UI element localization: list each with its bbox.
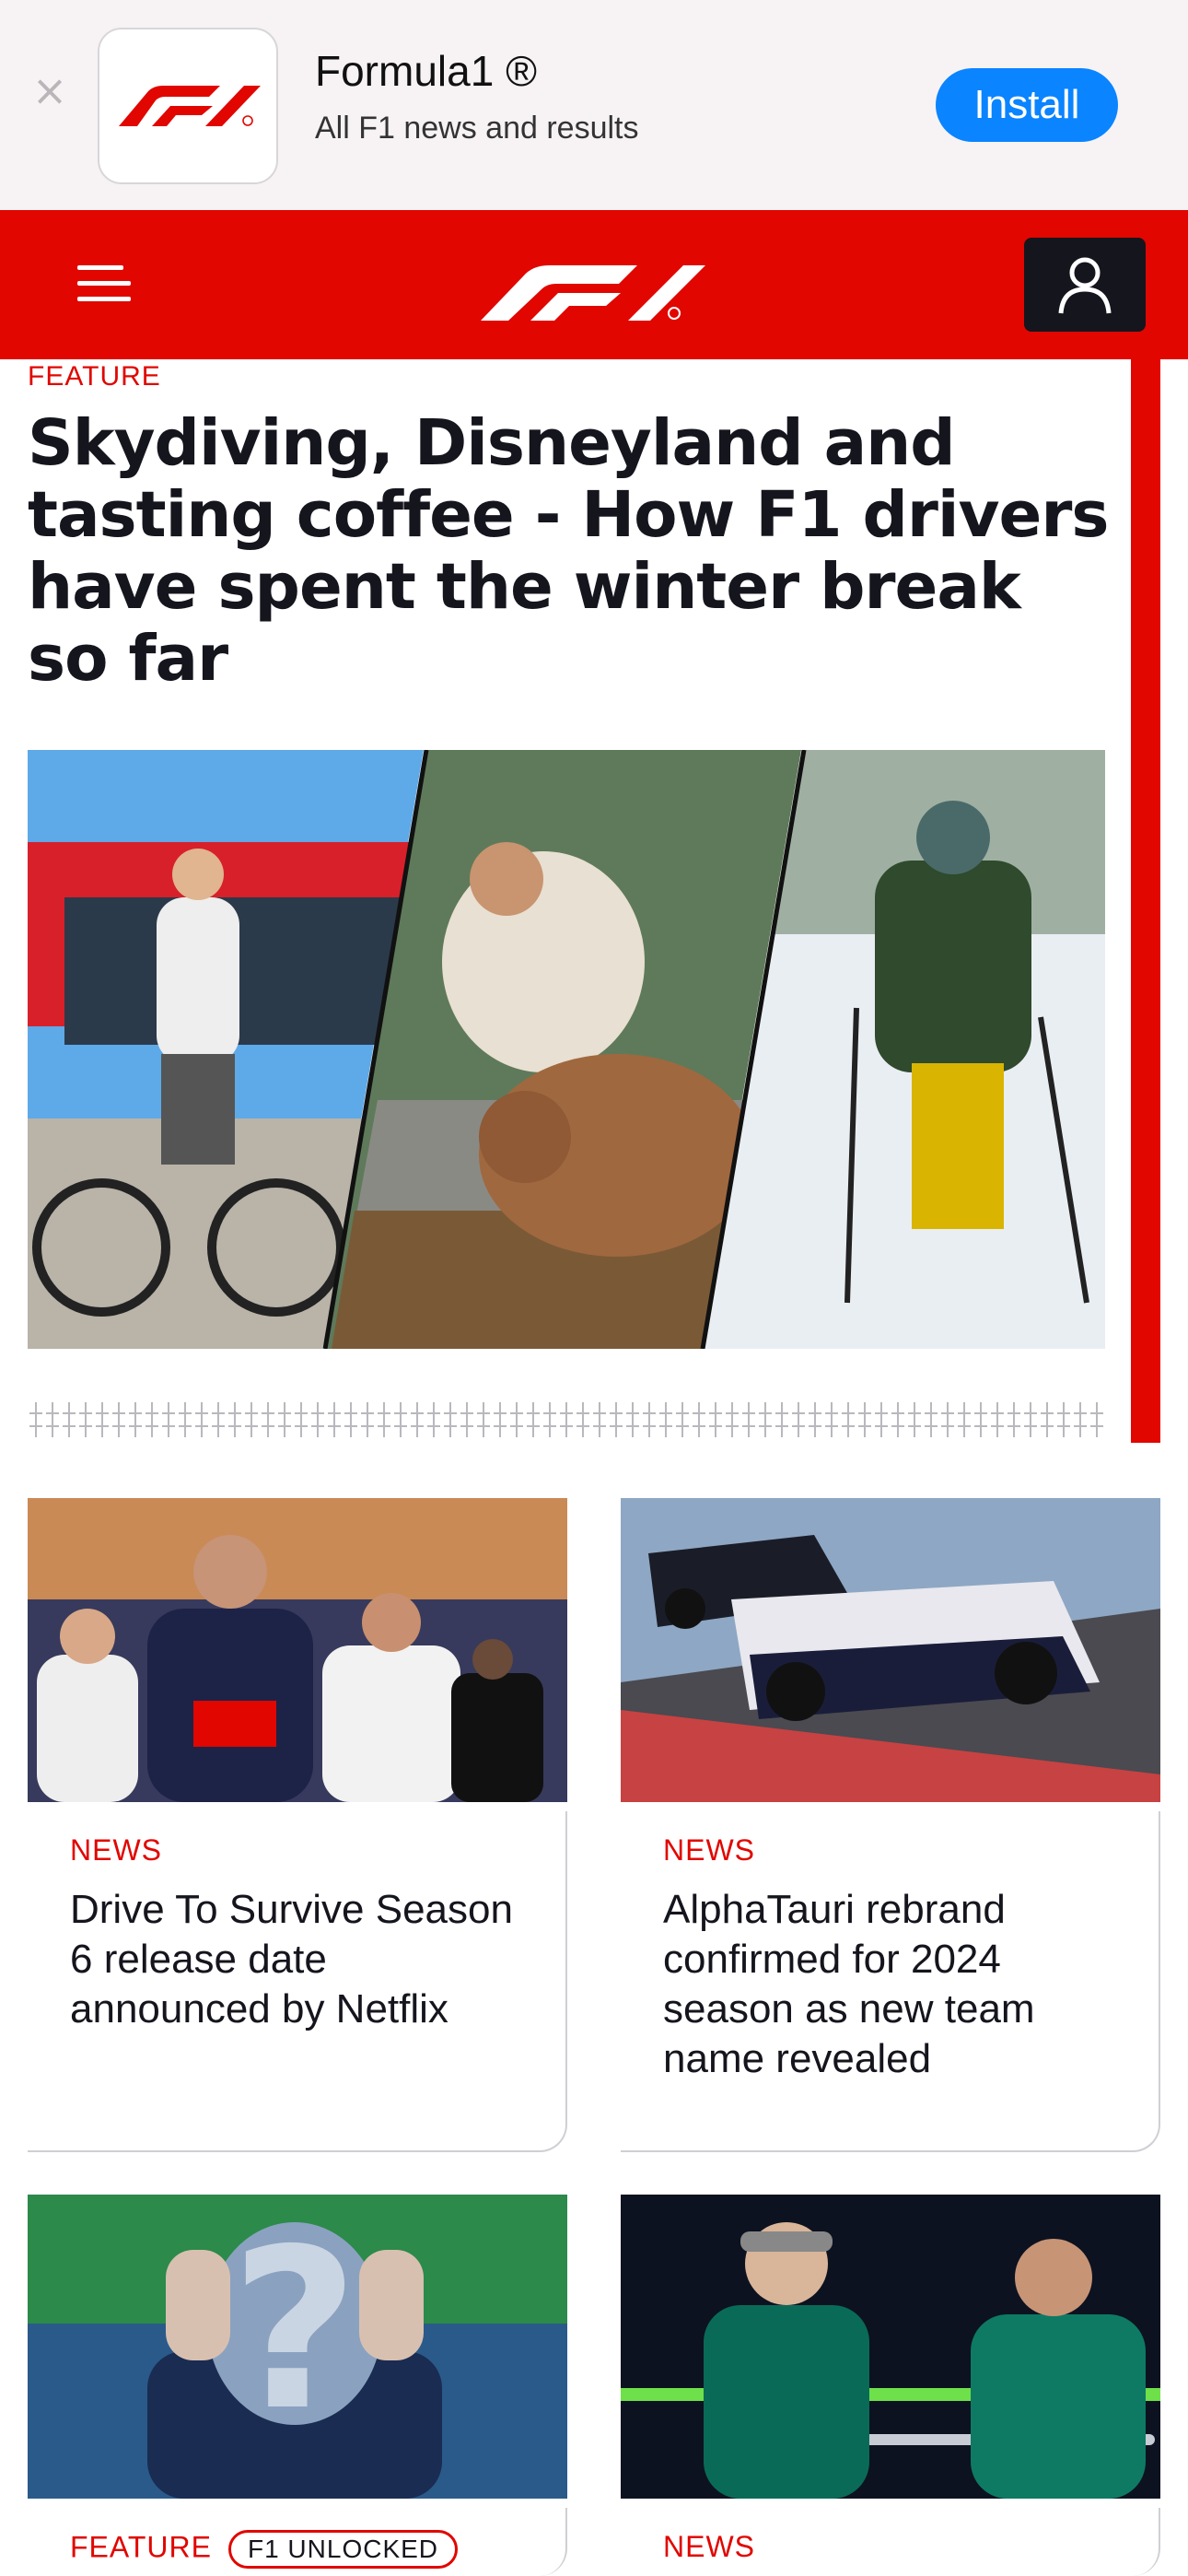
card-image[interactable]	[28, 1498, 567, 1802]
card-category-tag: NEWS	[663, 1833, 755, 1867]
track-pattern-divider	[28, 1400, 1105, 1439]
hero-image[interactable]	[28, 750, 1105, 1349]
app-icon	[98, 28, 278, 184]
card-headline[interactable]: AlphaTauri rebrand confirmed for 2024 se…	[663, 1885, 1124, 2084]
card-body: NEWS	[621, 2508, 1160, 2576]
card-body: FEATURE F1 UNLOCKED	[28, 2508, 567, 2576]
hamburger-menu-icon[interactable]	[74, 256, 134, 310]
news-card[interactable]: NEWS Drive To Survive Season 6 release d…	[28, 1498, 567, 2152]
account-button[interactable]	[1024, 238, 1146, 332]
site-header	[0, 210, 1188, 359]
app-install-banner: × Formula1 ® All F1 news and results Ins…	[0, 0, 1188, 210]
hero-headline[interactable]: Skydiving, Disneyland and tasting coffee…	[28, 407, 1114, 695]
card-body: NEWS AlphaTauri rebrand confirmed for 20…	[621, 1811, 1160, 2152]
card-image[interactable]	[621, 1498, 1160, 1802]
card-image[interactable]	[621, 2195, 1160, 2499]
user-icon	[1058, 257, 1112, 314]
card-image[interactable]: ?	[28, 2195, 567, 2499]
news-card[interactable]: NEWS AlphaTauri rebrand confirmed for 20…	[621, 1498, 1160, 2152]
card-category-tag: NEWS	[70, 1833, 162, 1867]
news-card[interactable]: ? FEATURE F1 UNLOCKED	[28, 2195, 567, 2576]
app-name: Formula1 ®	[315, 47, 537, 95]
app-subtitle: All F1 news and results	[315, 111, 639, 146]
card-body: NEWS Drive To Survive Season 6 release d…	[28, 1811, 567, 2152]
hero-category-tag: FEATURE	[28, 361, 161, 392]
svg-text:?: ?	[230, 2201, 358, 2459]
hero-accent-bar	[1131, 359, 1160, 1443]
card-category-tag: NEWS	[663, 2530, 755, 2563]
card-category-tag: FEATURE F1 UNLOCKED	[70, 2530, 459, 2569]
close-icon[interactable]: ×	[31, 69, 68, 111]
f1-logo-icon	[119, 86, 261, 126]
install-button[interactable]: Install	[936, 68, 1118, 142]
news-card[interactable]: NEWS	[621, 2195, 1160, 2576]
f1-unlocked-badge: F1 UNLOCKED	[227, 2530, 459, 2569]
f1-logo[interactable]	[481, 263, 705, 322]
card-category-label: FEATURE	[70, 2530, 212, 2564]
card-headline[interactable]: Drive To Survive Season 6 release date a…	[70, 1885, 530, 2034]
